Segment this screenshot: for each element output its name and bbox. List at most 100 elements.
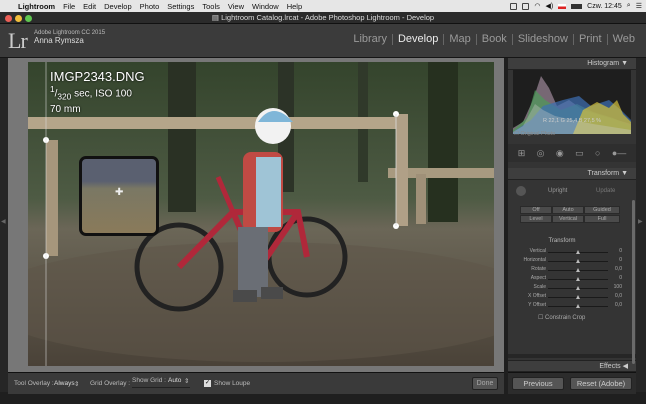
slider-value[interactable]: 100 — [608, 284, 622, 290]
transform-slider-row: Aspect 0 — [508, 275, 636, 283]
slider-value[interactable]: 0,0 — [608, 293, 622, 299]
adjustment-brush-icon[interactable]: ●— — [612, 148, 626, 158]
slider-handle[interactable] — [576, 295, 580, 299]
identity-text: Adobe Lightroom CC 2015 Anna Rymsza — [34, 29, 105, 45]
tool-overlay-arrows-icon[interactable]: ⇕ — [74, 380, 79, 388]
constrain-crop-toggle[interactable]: ☐ Constrain Crop — [538, 314, 585, 321]
battery-icon[interactable] — [571, 3, 583, 9]
user-name: Anna Rymsza — [34, 36, 84, 45]
collapse-right-icon[interactable]: ▶ — [638, 218, 643, 225]
module-book[interactable]: Book — [475, 34, 512, 45]
right-panel-scrollbar[interactable] — [632, 200, 635, 364]
module-develop[interactable]: Develop — [391, 34, 443, 45]
flag-icon[interactable] — [558, 3, 567, 9]
crop-overlay-icon[interactable]: ⊞ — [518, 148, 526, 159]
slider-track[interactable] — [548, 295, 608, 299]
status-icon[interactable] — [510, 2, 518, 10]
slider-value[interactable]: 0,0 — [608, 266, 622, 272]
list-icon[interactable]: ☰ — [636, 2, 642, 10]
menu-view[interactable]: View — [224, 2, 248, 11]
close-window-button[interactable] — [5, 15, 12, 22]
guided-loupe[interactable]: ✚ — [79, 156, 159, 236]
previous-button[interactable]: Previous — [512, 377, 564, 390]
graduated-filter-icon[interactable]: ▭ — [575, 148, 584, 159]
spot-removal-icon[interactable]: ◎ — [537, 148, 545, 159]
slider-track[interactable] — [548, 268, 608, 272]
module-print[interactable]: Print — [572, 34, 607, 45]
effects-header[interactable]: Effects ◀ — [508, 360, 636, 372]
radial-filter-icon[interactable]: ○ — [595, 148, 600, 158]
show-loupe-toggle[interactable]: ✓ Show Loupe — [204, 379, 250, 387]
upright-full-button[interactable]: Full — [584, 215, 620, 223]
checkbox-checked-icon[interactable]: ✓ — [204, 379, 211, 387]
slider-value[interactable]: 0 — [608, 257, 622, 263]
slider-track[interactable] — [548, 259, 608, 263]
slider-value[interactable]: 0 — [608, 248, 622, 254]
show-grid-select[interactable]: Auto — [168, 377, 181, 384]
menu-tools[interactable]: Tools — [198, 2, 224, 11]
slider-label: Scale — [533, 284, 546, 290]
slider-handle[interactable] — [576, 250, 580, 254]
reset-button[interactable]: Reset (Adobe) — [570, 377, 632, 390]
menu-develop[interactable]: Develop — [100, 2, 136, 11]
image-display-area[interactable]: IMGP2343.DNG 1/320 sec, ISO 100 70 mm ✚ — [8, 58, 504, 372]
upright-label: Upright — [548, 188, 568, 194]
volume-icon[interactable]: ◀) — [545, 2, 553, 10]
upright-toggle-icon[interactable] — [516, 186, 526, 196]
search-icon[interactable]: ⌕ — [627, 2, 631, 10]
wifi-icon[interactable]: ◠ — [534, 2, 540, 10]
module-map[interactable]: Map — [443, 34, 475, 45]
slider-handle[interactable] — [576, 304, 580, 308]
upright-vertical-button[interactable]: Vertical — [552, 215, 584, 223]
window-title: Lightroom Catalog.lrcat - Adobe Photosho… — [221, 13, 435, 22]
histogram-chart[interactable] — [513, 70, 631, 134]
tool-overlay-label: Tool Overlay : — [14, 380, 54, 387]
menu-app[interactable]: Lightroom — [14, 2, 59, 11]
transform-header[interactable]: Transform ▼ — [508, 168, 636, 180]
slider-handle[interactable] — [576, 286, 580, 290]
menu-settings[interactable]: Settings — [163, 2, 198, 11]
upright-guided-button[interactable]: Guided — [584, 206, 620, 214]
left-panel-collapsed[interactable]: ◀ — [0, 58, 8, 392]
slider-track[interactable] — [548, 304, 608, 308]
done-button[interactable]: Done — [472, 377, 498, 390]
original-photo-toggle[interactable]: ☐ Original Photo — [514, 131, 555, 137]
collapse-icon[interactable]: ▼ — [621, 170, 628, 177]
zoom-window-button[interactable] — [25, 15, 32, 22]
show-grid-arrows-icon[interactable]: ⇕ — [184, 377, 189, 385]
slider-handle[interactable] — [576, 268, 580, 272]
histogram-header[interactable]: Histogram ▼ — [508, 58, 636, 70]
minimize-window-button[interactable] — [15, 15, 22, 22]
clock[interactable]: Czw. 12:45 — [587, 3, 622, 10]
module-library[interactable]: Library — [348, 34, 392, 45]
slider-track[interactable] — [548, 250, 608, 254]
collapse-icon[interactable]: ▼ — [621, 60, 628, 67]
shutter-denominator: 320 — [57, 91, 72, 102]
slider-track[interactable] — [548, 277, 608, 281]
grid-size-slider[interactable] — [132, 387, 190, 388]
menu-photo[interactable]: Photo — [136, 2, 164, 11]
slider-value[interactable]: 0 — [608, 275, 622, 281]
menu-edit[interactable]: Edit — [79, 2, 100, 11]
transform-slider-row: Vertical 0 — [508, 248, 636, 256]
red-eye-icon[interactable]: ◉ — [556, 148, 564, 159]
expand-left-icon[interactable]: ◀ — [1, 218, 6, 225]
slider-handle[interactable] — [576, 259, 580, 263]
tool-overlay-select[interactable]: Always — [54, 380, 75, 387]
upright-level-button[interactable]: Level — [520, 215, 552, 223]
update-button[interactable]: Update — [596, 188, 615, 194]
checkbox-icon[interactable]: ☐ — [538, 315, 545, 321]
menu-help[interactable]: Help — [283, 2, 306, 11]
menu-window[interactable]: Window — [248, 2, 283, 11]
status-icon[interactable] — [522, 2, 530, 10]
upright-off-button[interactable]: Off — [520, 206, 552, 214]
collapse-icon[interactable]: ◀ — [623, 363, 628, 370]
slider-track[interactable] — [548, 286, 608, 290]
slider-handle[interactable] — [576, 277, 580, 281]
photo-preview[interactable]: IMGP2343.DNG 1/320 sec, ISO 100 70 mm ✚ — [28, 62, 494, 366]
slider-value[interactable]: 0,0 — [608, 302, 622, 308]
module-slideshow[interactable]: Slideshow — [511, 34, 573, 45]
upright-auto-button[interactable]: Auto — [552, 206, 584, 214]
menu-file[interactable]: File — [59, 2, 79, 11]
module-web[interactable]: Web — [606, 34, 640, 45]
